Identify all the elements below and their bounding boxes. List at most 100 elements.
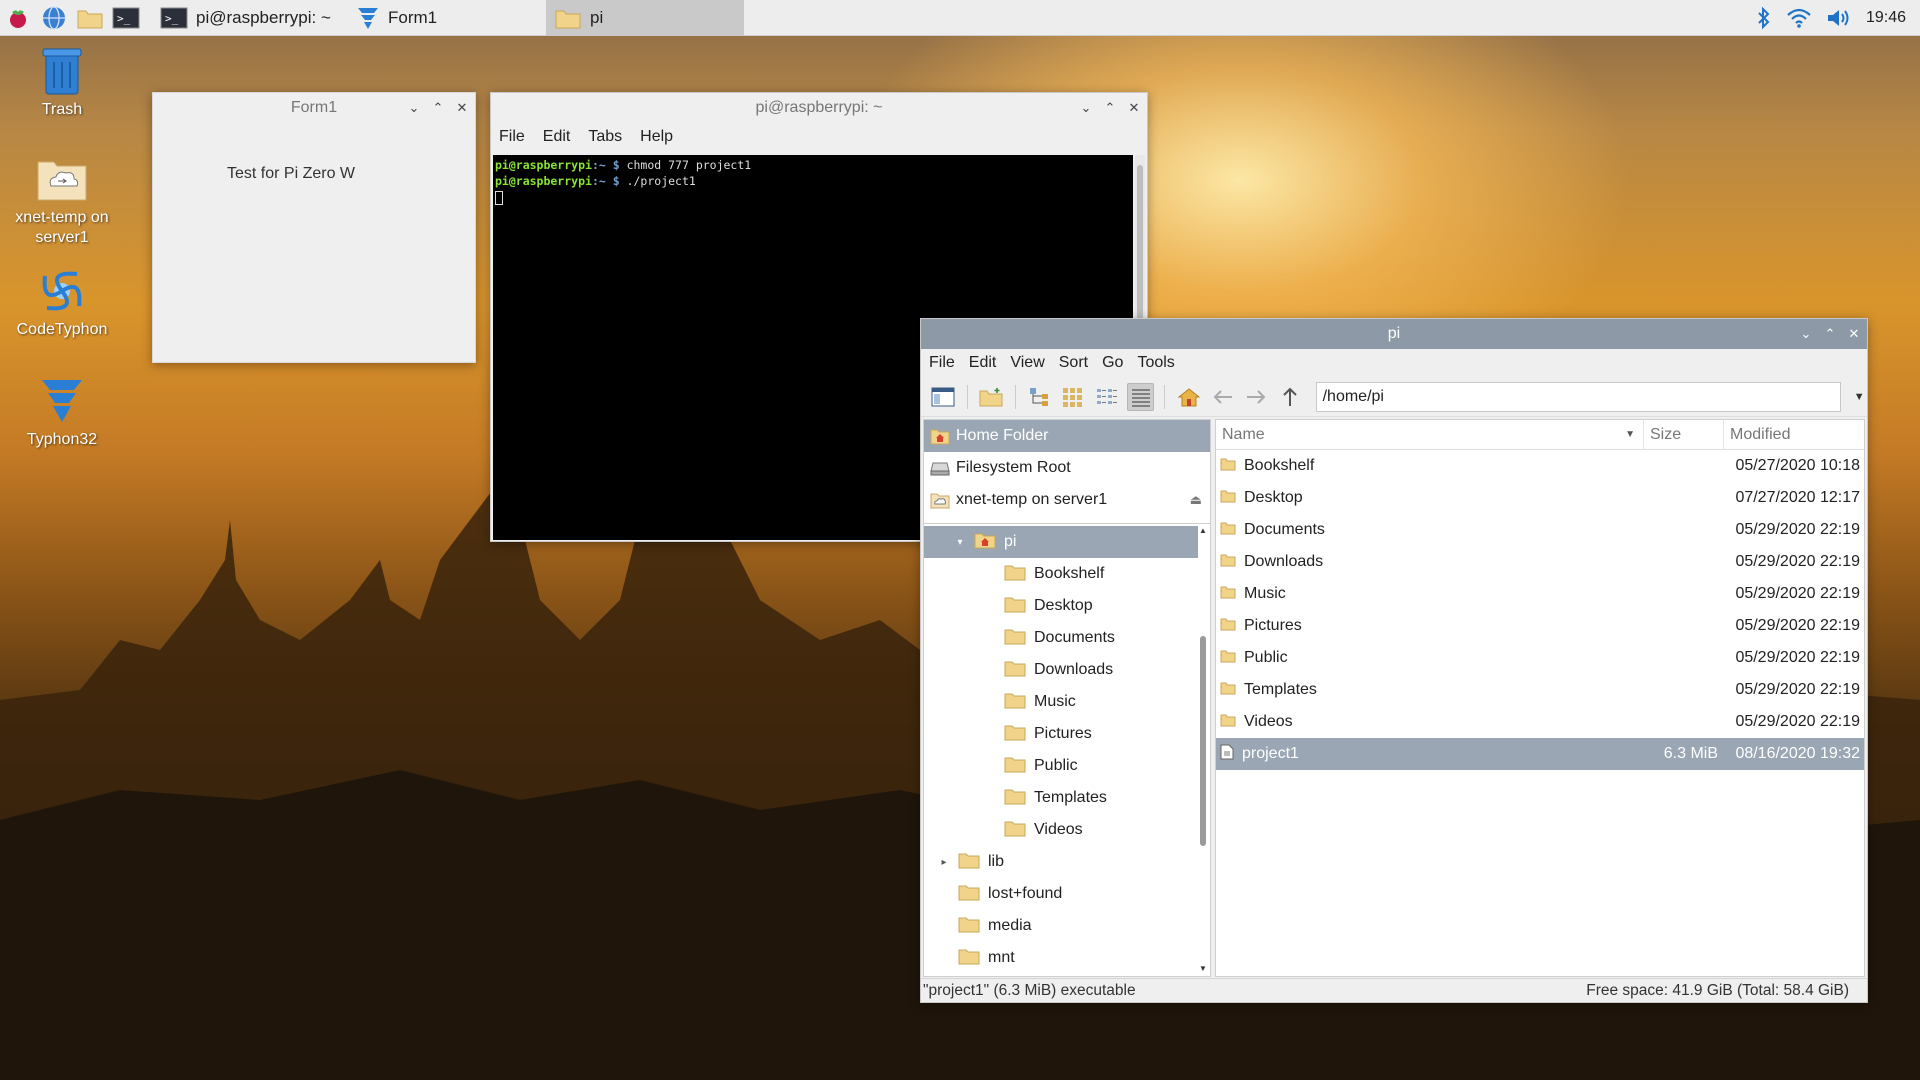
file-row[interactable]: Documents 05/29/2020 22:19 (1216, 514, 1864, 546)
close-button[interactable]: ✕ (1847, 326, 1861, 341)
place-network-share[interactable]: xnet-temp on server1 ⏏ (924, 484, 1210, 516)
expander-icon[interactable]: ▾ (954, 537, 966, 548)
file-manager-launcher[interactable] (72, 0, 108, 36)
menu-tabs[interactable]: Tabs (588, 128, 622, 146)
tree-item-icon (1004, 659, 1026, 682)
menu-file[interactable]: File (499, 128, 525, 146)
file-row[interactable]: Music 05/29/2020 22:19 (1216, 578, 1864, 610)
wifi-icon[interactable] (1786, 7, 1812, 29)
menu-edit[interactable]: Edit (969, 354, 997, 372)
eject-icon[interactable]: ⏏ (1190, 492, 1202, 508)
close-button[interactable]: ✕ (1127, 100, 1141, 115)
maximize-button[interactable]: ⌃ (1103, 100, 1117, 115)
terminal-titlebar[interactable]: pi@raspberrypi: ~ ⌄ ⌃ ✕ (491, 93, 1147, 123)
tree-scrollbar[interactable]: ▲ ▼ (1198, 526, 1208, 976)
menu-sort[interactable]: Sort (1059, 354, 1088, 372)
clock[interactable]: 19:46 (1866, 9, 1906, 27)
minimize-button[interactable]: ⌄ (1079, 100, 1093, 115)
volume-icon[interactable] (1826, 7, 1852, 29)
desktop-icon-typhon32[interactable]: Typhon32 (2, 374, 122, 450)
icon-view-button[interactable] (1060, 383, 1088, 411)
column-size-header[interactable]: Size (1644, 419, 1724, 450)
raspberry-menu-button[interactable] (0, 0, 36, 36)
bluetooth-icon[interactable] (1756, 6, 1772, 30)
file-row[interactable]: Templates 05/29/2020 22:19 (1216, 674, 1864, 706)
place-filesystem-root[interactable]: Filesystem Root (924, 452, 1210, 484)
folder-icon (1220, 521, 1236, 540)
tree-item-desktop[interactable]: Desktop (924, 590, 1198, 622)
prompt-path: :~ (591, 158, 606, 172)
form1-titlebar[interactable]: Form1 ⌄ ⌃ ✕ (153, 93, 475, 123)
menu-view[interactable]: View (1010, 354, 1044, 372)
maximize-button[interactable]: ⌃ (431, 100, 445, 115)
menu-tools[interactable]: Tools (1137, 354, 1174, 372)
file-manager-titlebar[interactable]: pi ⌄ ⌃ ✕ (921, 319, 1867, 349)
system-tray: 19:46 (1756, 0, 1920, 36)
desktop-icon-codetyphon[interactable]: CodeTyphon (2, 266, 122, 340)
home-button[interactable] (1175, 383, 1203, 411)
minimize-button[interactable]: ⌄ (1799, 326, 1813, 341)
tree-item-videos[interactable]: Videos (924, 814, 1198, 846)
terminal-launcher[interactable]: >_ (108, 0, 144, 36)
tree-item-public[interactable]: Public (924, 750, 1198, 782)
desktop-icon-trash[interactable]: Trash (2, 44, 122, 120)
compact-view-button[interactable] (1093, 383, 1121, 411)
file-row[interactable]: Bookshelf 05/27/2020 10:18 (1216, 450, 1864, 482)
taskbar-task-form1[interactable]: Form1 (348, 0, 546, 36)
forward-button[interactable] (1242, 383, 1270, 411)
folder-icon (958, 949, 980, 964)
desktop-icon-network-share[interactable]: xnet-temp on server1 (2, 154, 122, 248)
file-manager-window: pi ⌄ ⌃ ✕ File Edit View Sort Go Tools /h… (920, 318, 1868, 1003)
up-button[interactable] (1276, 383, 1304, 411)
menu-edit[interactable]: Edit (543, 128, 571, 146)
taskbar-task-label: Form1 (388, 7, 438, 27)
file-name-cell: Templates (1216, 681, 1644, 700)
executable-file-icon (1220, 744, 1234, 765)
detailed-list-view-button[interactable] (1126, 382, 1155, 411)
scroll-down-icon[interactable]: ▼ (1198, 964, 1208, 976)
file-row[interactable]: Pictures 05/29/2020 22:19 (1216, 610, 1864, 642)
file-name-cell: Music (1216, 585, 1644, 604)
tree-item-documents[interactable]: Documents (924, 622, 1198, 654)
close-button[interactable]: ✕ (455, 100, 469, 115)
tree-item-pi[interactable]: ▾ pi (924, 526, 1198, 558)
tree-item-media[interactable]: media (924, 910, 1198, 942)
menu-help[interactable]: Help (640, 128, 673, 146)
tree-item-music[interactable]: Music (924, 686, 1198, 718)
file-name: Documents (1244, 521, 1325, 538)
tree-item-icon (1004, 627, 1026, 650)
file-row[interactable]: Videos 05/29/2020 22:19 (1216, 706, 1864, 738)
new-folder-button[interactable] (978, 383, 1006, 411)
column-name-header[interactable]: Name ▼ (1216, 419, 1644, 450)
show-hidden-button[interactable] (1026, 383, 1054, 411)
tree-item-mnt[interactable]: mnt (924, 942, 1198, 974)
expander-icon[interactable]: ▸ (938, 857, 950, 868)
file-row[interactable]: Public 05/29/2020 22:19 (1216, 642, 1864, 674)
tree-item-pictures[interactable]: Pictures (924, 718, 1198, 750)
tree-item-downloads[interactable]: Downloads (924, 654, 1198, 686)
tree-item-templates[interactable]: Templates (924, 782, 1198, 814)
file-row[interactable]: Desktop 07/27/2020 12:17 (1216, 482, 1864, 514)
menu-go[interactable]: Go (1102, 354, 1123, 372)
tree-item-lost-found[interactable]: lost+found (924, 878, 1198, 910)
web-browser-icon (43, 5, 65, 30)
path-input[interactable]: /home/pi (1315, 381, 1842, 412)
path-history-dropdown[interactable]: ▼ (1851, 391, 1867, 403)
file-row[interactable]: project1 6.3 MiB 08/16/2020 19:32 (1216, 738, 1864, 770)
back-button[interactable] (1209, 383, 1237, 411)
new-window-button[interactable] (929, 383, 957, 411)
web-browser-launcher[interactable] (36, 0, 72, 36)
place-home-folder[interactable]: Home Folder (924, 420, 1210, 452)
maximize-button[interactable]: ⌃ (1823, 326, 1837, 341)
tree-item-lib[interactable]: ▸ lib (924, 846, 1198, 878)
minimize-button[interactable]: ⌄ (407, 100, 421, 115)
file-name: Desktop (1244, 489, 1303, 506)
file-name: Videos (1244, 713, 1293, 730)
taskbar-task-terminal[interactable]: >_ pi@raspberrypi: ~ (152, 0, 348, 36)
file-row[interactable]: Downloads 05/29/2020 22:19 (1216, 546, 1864, 578)
column-modified-header[interactable]: Modified (1724, 420, 1864, 450)
tree-item-bookshelf[interactable]: Bookshelf (924, 558, 1198, 590)
scroll-up-icon[interactable]: ▲ (1198, 526, 1208, 538)
taskbar-task-file-manager[interactable]: pi (546, 0, 744, 36)
menu-file[interactable]: File (929, 354, 955, 372)
